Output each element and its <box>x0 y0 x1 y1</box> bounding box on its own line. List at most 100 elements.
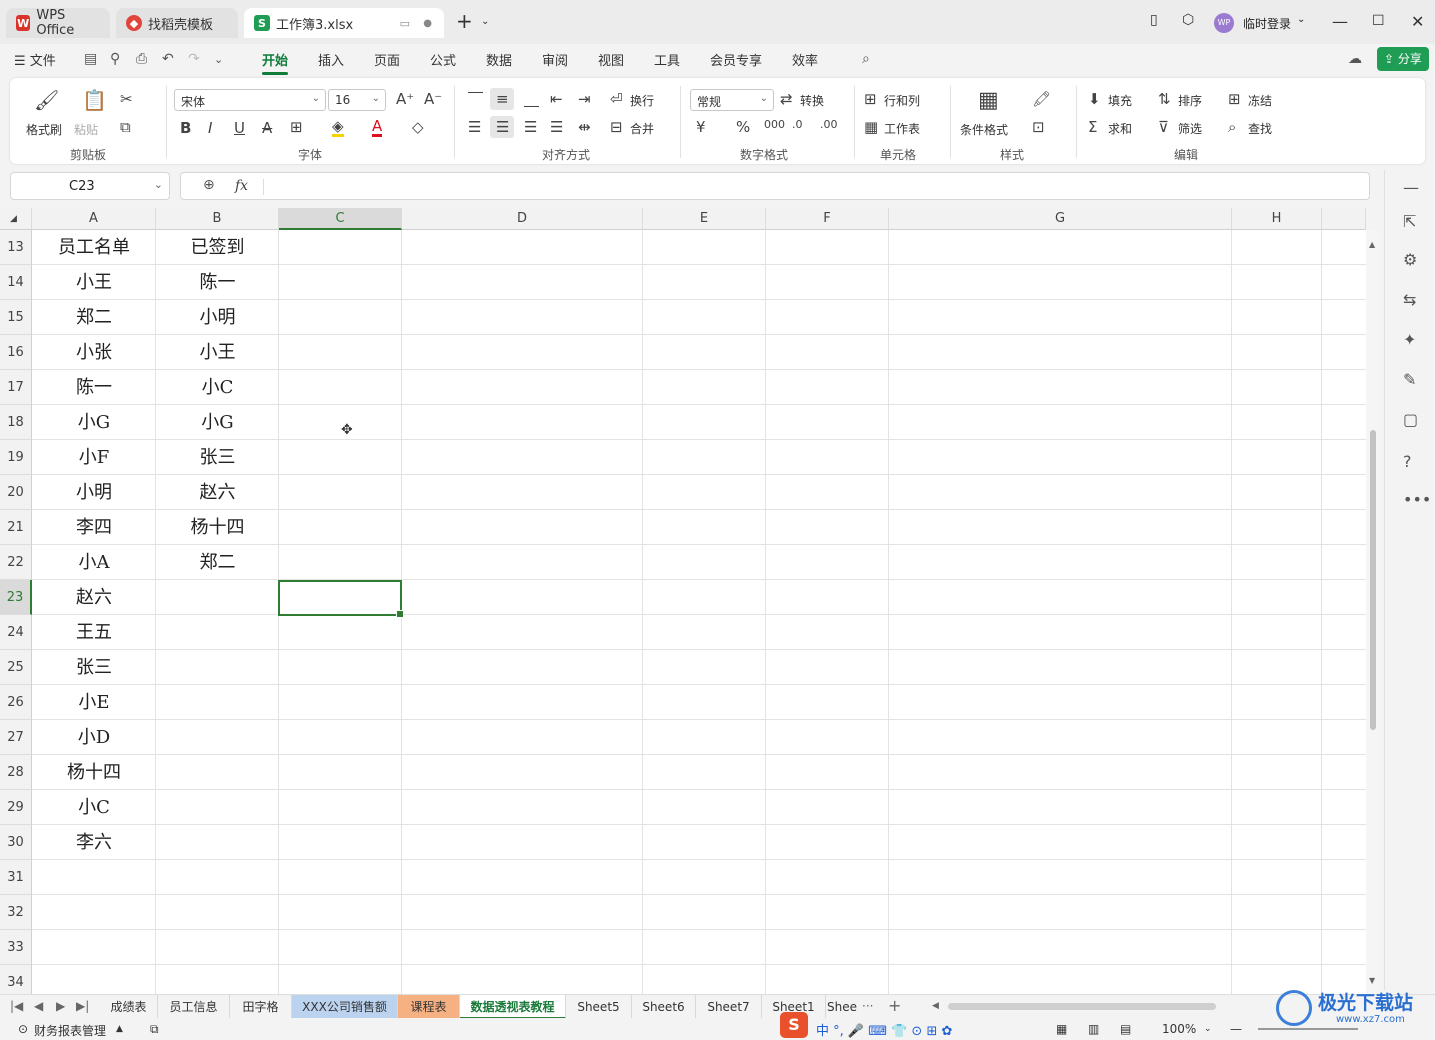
sheet-tab[interactable]: Sheet6 <box>632 995 696 1019</box>
cell-b[interactable] <box>156 825 279 860</box>
row-header[interactable]: 17 <box>0 370 32 405</box>
next-sheet-icon[interactable]: ▶ <box>56 999 65 1013</box>
selected-cell-c23[interactable] <box>278 580 404 618</box>
cut-icon[interactable]: ✂ <box>120 90 133 108</box>
cell-a[interactable]: 陈一 <box>32 370 156 405</box>
underline-icon[interactable]: U <box>234 119 245 137</box>
row-header[interactable]: 20 <box>0 475 32 510</box>
indent-increase-icon[interactable]: ⇥ <box>578 90 591 108</box>
column-header[interactable]: G <box>889 208 1232 230</box>
chevron-down-icon[interactable]: ⌄ <box>214 53 223 66</box>
formula-bar[interactable]: ⊕ fx <box>180 172 1370 200</box>
column-header[interactable]: F <box>766 208 889 230</box>
fill-icon[interactable]: ⬇ <box>1088 90 1101 108</box>
cell-a[interactable]: 王五 <box>32 615 156 650</box>
increase-font-icon[interactable]: A⁺ <box>396 90 414 108</box>
cell-b[interactable] <box>156 755 279 790</box>
increase-decimal-icon[interactable]: .0 <box>792 118 803 131</box>
column-header[interactable]: H <box>1232 208 1322 230</box>
column-header[interactable]: D <box>402 208 643 230</box>
normal-view-icon[interactable]: ▦ <box>1056 1022 1067 1036</box>
tools-icon[interactable]: ✎ <box>1403 370 1416 389</box>
cell-a[interactable] <box>32 965 156 994</box>
convert-icon[interactable]: ⇄ <box>780 90 793 108</box>
merge-icon[interactable]: ⊟ <box>610 118 623 136</box>
menu-page[interactable]: 页面 <box>374 50 400 69</box>
convert-button[interactable]: 转换 <box>800 92 824 109</box>
filter-icon[interactable]: ⊽ <box>1158 118 1169 136</box>
more-icon[interactable]: ••• <box>1403 490 1431 509</box>
cell-a[interactable]: 李四 <box>32 510 156 545</box>
row-header[interactable]: 15 <box>0 300 32 335</box>
column-header-selected[interactable]: C <box>279 208 402 230</box>
row-header[interactable]: 29 <box>0 790 32 825</box>
clear-format-icon[interactable]: ◇ <box>412 118 424 136</box>
redo-icon[interactable]: ↷ <box>188 51 200 67</box>
worksheet-button[interactable]: 工作表 <box>884 120 920 137</box>
cell-a[interactable]: 李六 <box>32 825 156 860</box>
row-header[interactable]: 25 <box>0 650 32 685</box>
wrap-button[interactable]: 换行 <box>630 92 654 109</box>
decrease-font-icon[interactable]: A⁻ <box>424 90 442 108</box>
zoom-formula-icon[interactable]: ⊕ <box>203 177 215 193</box>
worksheet-icon[interactable]: ▦ <box>864 118 878 136</box>
zoom-level[interactable]: 100% <box>1162 1022 1196 1036</box>
monitor-icon[interactable]: ▭ <box>400 17 410 30</box>
first-sheet-icon[interactable]: |◀ <box>10 999 23 1013</box>
menu-efficiency[interactable]: 效率 <box>792 50 818 69</box>
align-left-icon[interactable]: ☰ <box>468 118 481 136</box>
currency-icon[interactable]: ¥ <box>696 118 706 136</box>
cell-a[interactable]: 郑二 <box>32 300 156 335</box>
italic-icon[interactable]: I <box>208 119 212 137</box>
row-header[interactable]: 31 <box>0 860 32 895</box>
row-col-icon[interactable]: ⊞ <box>864 90 877 108</box>
undo-icon[interactable]: ↶ <box>162 51 174 67</box>
cell-a[interactable]: 小D <box>32 720 156 755</box>
tab-wps-office[interactable]: W WPS Office <box>6 8 110 38</box>
border-icon[interactable]: ⊞ <box>290 118 303 136</box>
row-header[interactable]: 13 <box>0 230 32 265</box>
indent-decrease-icon[interactable]: ⇤ <box>550 90 563 108</box>
cell-b[interactable] <box>156 720 279 755</box>
number-format-select[interactable]: 常规 ⌄ <box>690 89 774 111</box>
print-preview-icon[interactable]: ⎙ <box>136 51 147 67</box>
cell-b[interactable] <box>156 930 279 965</box>
row-header[interactable]: 22 <box>0 545 32 580</box>
row-header[interactable]: 24 <box>0 615 32 650</box>
freeze-button[interactable]: 冻结 <box>1248 92 1272 109</box>
align-bottom-icon[interactable]: ⎽ <box>524 90 539 108</box>
copy-icon[interactable]: ⧉ <box>120 118 131 136</box>
scroll-up-icon[interactable]: ▲ <box>1369 240 1375 249</box>
cell-b[interactable]: 小王 <box>156 335 279 370</box>
table-style-icon[interactable]: ⊡ <box>1032 118 1045 136</box>
align-top-icon[interactable]: ⎺ <box>468 90 483 108</box>
tab-workbook[interactable]: S 工作簿3.xlsx ▭ ● <box>244 8 444 38</box>
cell-a[interactable]: 小C <box>32 790 156 825</box>
workbook-label[interactable]: 财务报表管理 <box>34 1022 106 1039</box>
share-button[interactable]: ⇪ 分享 <box>1377 47 1429 71</box>
close-icon[interactable]: ✕ <box>1411 12 1424 31</box>
cell-a[interactable] <box>32 930 156 965</box>
filter-button[interactable]: 筛选 <box>1178 120 1202 137</box>
sheet-tab[interactable]: Shee <box>826 995 858 1019</box>
percent-icon[interactable]: % <box>736 118 750 136</box>
tab-docer[interactable]: ◆ 找稻壳模板 <box>116 8 238 38</box>
cell-a[interactable]: 张三 <box>32 650 156 685</box>
cell-a[interactable]: 小G <box>32 405 156 440</box>
maximize-icon[interactable]: ☐ <box>1372 13 1385 29</box>
cell-b[interactable]: 赵六 <box>156 475 279 510</box>
last-sheet-icon[interactable]: ▶| <box>76 999 89 1013</box>
select-all-corner[interactable]: ◢ <box>0 208 32 230</box>
sheet-tab[interactable]: Sheet7 <box>696 995 762 1019</box>
row-header[interactable]: 27 <box>0 720 32 755</box>
collapse-icon[interactable]: — <box>1403 178 1419 197</box>
transfer-icon[interactable]: ⇆ <box>1403 290 1416 309</box>
row-header[interactable]: 18 <box>0 405 32 440</box>
cell-b[interactable]: 小明 <box>156 300 279 335</box>
column-header[interactable]: B <box>156 208 279 230</box>
scroll-down-icon[interactable]: ▼ <box>1369 976 1375 985</box>
cloud-icon[interactable]: ☁ <box>1348 51 1362 67</box>
chevron-up-icon[interactable]: ▲ <box>116 1024 123 1034</box>
horizontal-scroll-thumb[interactable] <box>948 1003 1216 1010</box>
menu-insert[interactable]: 插入 <box>318 50 344 69</box>
